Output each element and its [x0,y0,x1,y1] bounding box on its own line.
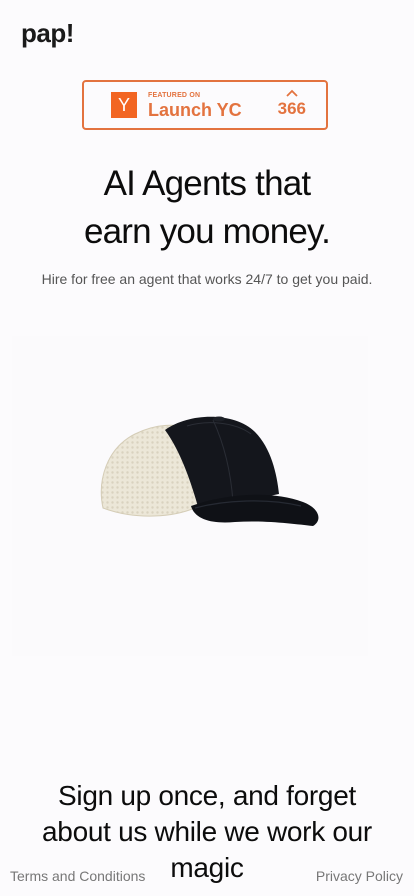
hero-headline-line1: AI Agents that [103,164,312,203]
yc-logo-icon: Y [111,92,137,118]
hero-headline: AI Agents that earn you money. [0,160,414,256]
launch-yc-badge[interactable]: Y FEATURED ON Launch YC 366 [82,80,328,130]
signup-cta-line2: about us while we work our [42,816,372,847]
privacy-link[interactable]: Privacy Policy [316,868,403,884]
chevron-up-icon [286,89,298,97]
hero-headline-line2: earn you money. [83,212,331,251]
trucker-cap-image [100,416,319,526]
signup-cta-line1: Sign up once, and forget [58,780,356,811]
hero-subtext: Hire for free an agent that works 24/7 t… [41,271,373,287]
yc-featured-label: FEATURED ON [148,91,201,99]
terms-link[interactable]: Terms and Conditions [10,868,145,884]
yc-vote-count: 366 [277,99,306,118]
brand-logo[interactable]: pap! [21,18,74,49]
yc-badge-text: FEATURED ON Launch YC [148,92,242,119]
yc-launch-label: Launch YC [148,99,242,120]
yc-vote-counter: 366 [278,89,306,119]
